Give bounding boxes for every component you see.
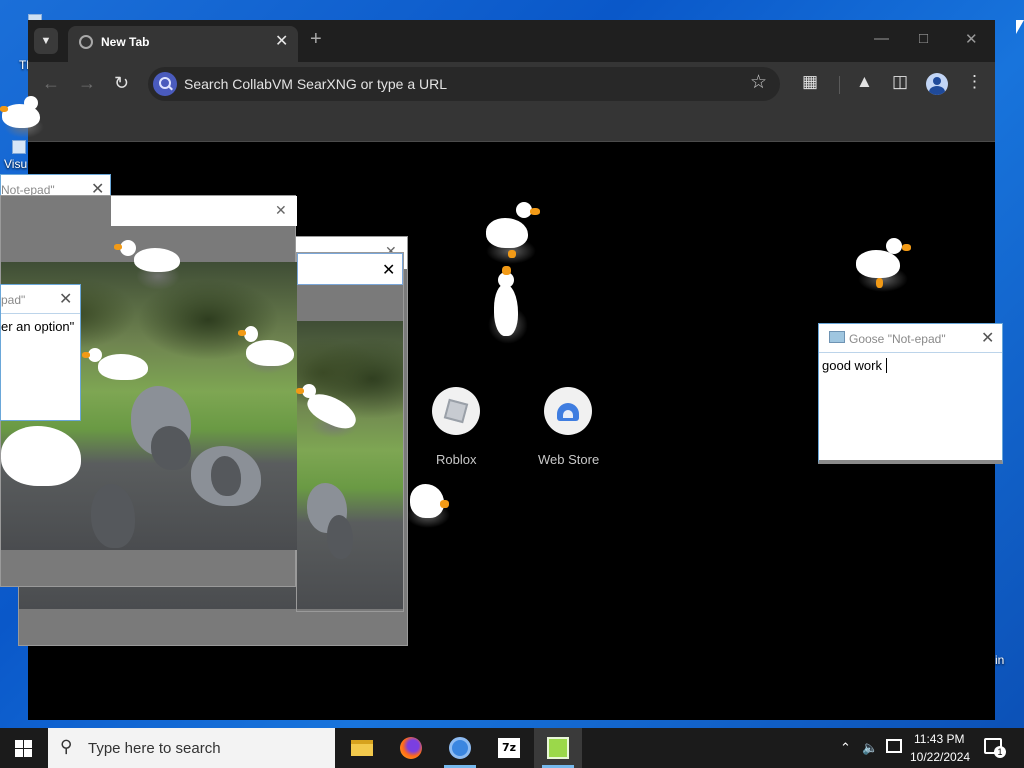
minimize-button[interactable]: — [874,30,889,47]
address-bar-placeholder: Search CollabVM SearXNG or type a URL [184,76,447,92]
notepad-icon [547,737,569,759]
notepad-text: er an option" [1,319,75,334]
goose-notepad-window[interactable]: Goose "Not-epad" ✕ good work [818,323,1003,464]
file-explorer-icon [351,740,373,756]
firefox-icon [400,737,422,759]
notification-badge: 1 [994,746,1006,758]
goose-notepad-window[interactable]: pad" ✕ er an option" [0,284,81,421]
pigeon-image [211,456,241,496]
tab-strip: ▼ New Tab ✕ + — □ ✕ [28,20,995,62]
taskbar-app-notepad[interactable] [534,728,582,768]
notepad-title: Goose "Not-epad" [849,332,946,346]
shortcut-label: Web Store [538,452,600,467]
back-icon[interactable]: ← [42,73,60,94]
search-icon: ⚲ [60,737,73,756]
pigeon-image [151,426,191,470]
tab-search-button[interactable]: ▼ [34,28,58,54]
taskbar: ⚲ Type here to search 7z ⌃ 🔈 11:43 PM 10… [0,728,1024,768]
desktop-goose[interactable] [112,238,182,290]
volume-muted-icon[interactable]: 🔈 [862,740,878,756]
close-icon[interactable]: ✕ [382,260,395,280]
notepad-icon [829,331,845,343]
desktop-goose[interactable] [238,324,296,376]
extensions-icon[interactable]: ▦ [802,72,818,92]
profile-icon[interactable] [926,73,948,95]
pigeon-image [327,515,353,559]
menu-icon[interactable]: ⋮ [966,72,983,92]
taskbar-search-box[interactable]: ⚲ Type here to search [48,728,335,768]
search-engine-icon [153,72,177,96]
network-icon[interactable] [886,739,902,753]
clock-time[interactable]: 11:43 PM [914,732,964,746]
taskbar-app-file-explorer[interactable] [338,728,386,768]
globe-icon [79,35,93,49]
notepad-text[interactable]: good work [822,358,882,373]
web-store-icon [544,387,592,435]
roblox-icon [432,387,480,435]
shortcut-web-store[interactable]: Web Store [536,386,616,470]
desktop-icon-vscode[interactable]: Visu [0,138,28,174]
video-window-titlebar[interactable]: ✕ [297,253,403,285]
start-button[interactable] [15,740,32,757]
desktop-goose[interactable] [486,266,530,346]
close-window-button[interactable]: ✕ [965,30,978,48]
text-cursor [886,358,887,373]
taskbar-app-7zip[interactable]: 7z [485,728,533,768]
desktop-goose[interactable] [854,236,914,294]
taskbar-app-firefox[interactable] [387,728,435,768]
chevron-down-icon: ▼ [40,35,52,47]
vscode-shortcut-icon [12,140,26,154]
forward-icon[interactable]: → [78,73,96,94]
address-bar[interactable]: Search CollabVM SearXNG or type a URL ☆ [148,67,780,101]
taskbar-search-placeholder: Type here to search [88,740,221,757]
video-window-titlebar[interactable]: ✕ [111,196,297,226]
taskbar-app-chromium[interactable] [436,728,484,768]
tab-new-tab[interactable]: New Tab ✕ [68,26,298,62]
maximize-button[interactable]: □ [919,30,928,47]
reload-icon[interactable]: ↻ [114,73,129,94]
chromium-icon [449,737,471,759]
mouse-cursor-icon [1016,20,1024,34]
new-tab-button[interactable]: + [310,28,322,51]
star-icon[interactable]: ☆ [750,71,767,94]
show-hidden-icons-chevron-icon[interactable]: ⌃ [840,740,851,756]
desktop-goose[interactable] [0,96,44,140]
desktop-goose[interactable] [484,202,542,264]
desktop-goose[interactable] [404,480,454,530]
desktop-icon-label: in [995,653,1005,667]
clock-date[interactable]: 10/22/2024 [910,750,970,764]
close-tab-icon[interactable]: ✕ [275,31,288,51]
desktop-goose[interactable] [80,346,150,386]
action-center-icon[interactable]: 1 [984,738,1006,758]
7zip-icon: 7z [498,738,520,758]
tab-title: New Tab [101,35,150,49]
shortcut-roblox[interactable]: Roblox [426,386,486,470]
close-icon[interactable]: ✕ [59,289,72,309]
labs-icon[interactable]: ▲ [856,72,873,92]
desktop-goose[interactable] [296,384,364,440]
notepad-titlebar[interactable]: Goose "Not-epad" ✕ [819,324,1002,353]
desktop-icon-label: Visu [4,157,28,171]
video-frame [297,321,403,609]
notepad-title: pad" [1,293,26,307]
shortcut-label: Roblox [436,452,477,467]
browser-toolbar: ← → ↻ Search CollabVM SearXNG or type a … [28,62,995,106]
side-panel-icon[interactable]: ◫ [892,72,908,92]
bookmark-bar [28,106,995,142]
close-icon[interactable]: ✕ [275,202,287,219]
close-icon[interactable]: ✕ [981,328,994,348]
toolbar-divider [839,76,840,94]
notepad-titlebar[interactable]: pad" ✕ [1,285,80,314]
